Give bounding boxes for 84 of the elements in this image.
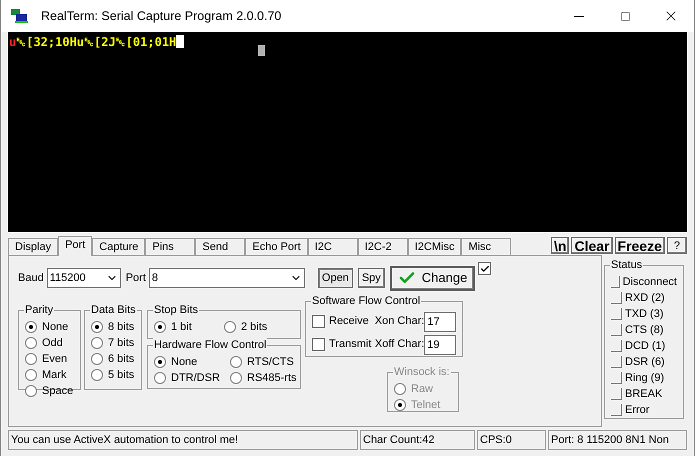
radio-button[interactable] <box>91 337 103 349</box>
char-field[interactable]: 19 <box>424 334 456 354</box>
tab[interactable]: Capture <box>92 238 146 255</box>
toolbar-button[interactable]: Clear <box>571 237 613 254</box>
radio-label: 2 bits <box>241 320 268 335</box>
status-label: BREAK <box>625 386 662 402</box>
checkbox[interactable] <box>312 338 325 351</box>
radio-label: None <box>42 320 68 335</box>
tab[interactable]: Display <box>8 238 58 255</box>
radio-label: Even <box>42 352 68 367</box>
open-button[interactable]: Open <box>318 268 353 288</box>
tab[interactable]: Pins <box>145 238 196 255</box>
radio-button[interactable] <box>230 356 242 368</box>
status-bar-text: Char Count:42 <box>360 430 475 450</box>
radio-button[interactable] <box>154 372 166 384</box>
radio-label: Odd <box>42 336 63 351</box>
group-title: Stop Bits <box>153 303 200 317</box>
toolbar-button[interactable]: Freeze <box>614 237 665 254</box>
radio-button[interactable] <box>230 372 242 384</box>
radio-label: RTS/CTS <box>247 354 294 370</box>
terminal-text: ␛[32;10Hu␛[2J␛[01;01H <box>16 35 176 49</box>
tab[interactable]: Echo Port <box>245 238 308 255</box>
radio-button[interactable] <box>154 321 166 333</box>
radio-button[interactable] <box>224 321 236 333</box>
tab[interactable]: I2C-2 <box>358 238 408 255</box>
status-label: Ring (9) <box>625 370 664 386</box>
status-label: Error <box>625 402 650 418</box>
char-label: Xon Char: <box>374 314 424 330</box>
checkbox[interactable] <box>312 315 325 328</box>
baud-dropdown[interactable]: 115200 <box>46 268 121 288</box>
radio-label: DTR/DSR <box>171 370 220 386</box>
radio-label: Telnet <box>411 398 440 413</box>
radio-button[interactable] <box>25 321 37 333</box>
checkbox-label: Receive <box>329 314 370 330</box>
status-label: CTS (8) <box>625 322 664 338</box>
radio-label: None <box>171 354 198 370</box>
radio-button[interactable] <box>91 321 103 333</box>
checkbox-label: Transmit <box>329 337 372 352</box>
radio-button[interactable] <box>25 385 37 397</box>
radio-label: 1 bit <box>171 320 192 335</box>
status-label: RXD (2) <box>625 290 665 306</box>
status-label: DSR (6) <box>625 354 665 370</box>
tab[interactable]: I2C <box>308 238 358 255</box>
maximize-icon <box>620 10 630 22</box>
toolbar-button[interactable]: ? <box>666 237 687 254</box>
status-bar-text: Port: 8 115200 8N1 Non <box>548 430 687 450</box>
window-title: RealTerm: Serial Capture Program 2.0.0.70 <box>41 8 282 25</box>
radio-button[interactable] <box>25 353 37 365</box>
radio-label: 8 bits <box>108 320 134 335</box>
radio-label: Mark <box>42 368 66 383</box>
radio-label: Space <box>42 384 74 399</box>
tab[interactable]: Misc <box>461 238 512 255</box>
mouse-cursor <box>258 45 265 56</box>
change-button[interactable]: Change <box>390 266 476 290</box>
radio-button[interactable] <box>91 369 103 381</box>
status-label: Disconnect <box>622 274 677 290</box>
port-label: Port <box>126 270 146 286</box>
radio-label: 5 bits <box>108 368 134 383</box>
status-label: TXD (3) <box>625 306 664 322</box>
radio-button[interactable] <box>25 369 37 381</box>
group-title: Parity <box>24 303 54 317</box>
radio-button[interactable] <box>25 337 37 349</box>
computer-icon <box>11 9 29 23</box>
radio-label: 7 bits <box>108 336 134 351</box>
checkbox[interactable] <box>478 262 492 275</box>
spy-button[interactable]: Spy <box>358 268 385 288</box>
status-bar-text: CPS:0 <box>477 430 546 450</box>
toolbar-button[interactable]: \n <box>551 237 570 254</box>
terminal-text: u <box>9 35 16 49</box>
tab[interactable]: Port <box>58 236 92 256</box>
text-cursor <box>176 35 184 48</box>
status-label: DCD (1) <box>625 338 666 354</box>
radio-label: 6 bits <box>108 352 134 367</box>
radio-label: RS485-rts <box>247 370 297 386</box>
tab[interactable]: I2CMisc <box>408 238 462 255</box>
radio-label: Raw <box>411 382 434 397</box>
char-label: Xoff Char: <box>374 337 424 352</box>
tab[interactable]: Send <box>195 238 246 255</box>
port-dropdown[interactable]: 8 <box>148 268 305 288</box>
char-field[interactable]: 17 <box>424 312 456 332</box>
radio-button[interactable] <box>91 353 103 365</box>
baud-label: Baud <box>18 270 44 286</box>
status-bar-text: You can use ActiveX automation to control me! <box>8 430 358 450</box>
radio-button[interactable] <box>154 356 166 368</box>
